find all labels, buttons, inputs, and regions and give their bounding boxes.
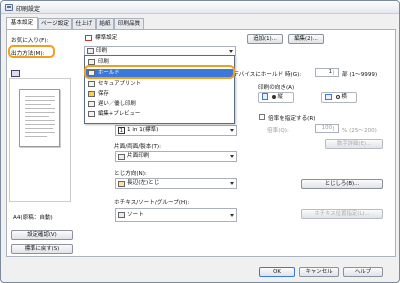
orientation-label: 印刷の向き(A) [258, 85, 295, 91]
duplex-label: 片面/両面/製本(T): [114, 144, 161, 150]
favorite-star-icon [85, 35, 92, 41]
staple-position-button[interactable]: ホチキス位置指定(L)... [301, 209, 383, 219]
pages-per-sheet-value: 1 in 1(標準) [127, 127, 159, 133]
binding-value: 長辺(左)とじ [127, 180, 160, 186]
sort-icon [118, 212, 125, 218]
output-method-label-highlight [8, 45, 55, 58]
duplex-select[interactable]: 片面印刷 [115, 151, 237, 162]
binding-select[interactable]: 長辺(左)とじ [115, 178, 237, 189]
output-method-value: 印刷 [96, 48, 108, 54]
scale-input[interactable]: 100 [315, 124, 339, 133]
staple-label: ホチキス/ソート/グループ(H): [114, 200, 190, 206]
dropdown-item-secure-print[interactable]: セキュアプリント [86, 80, 233, 88]
hold-label: デバイスにホールド 時(G): [233, 72, 302, 78]
dropdown-item-store[interactable]: 保存 [86, 90, 233, 98]
duplex-value: 片面印刷 [127, 153, 150, 159]
restore-defaults-button[interactable]: 標準に戻す(S) [11, 244, 73, 254]
help-button[interactable]: ヘルプ [343, 267, 383, 277]
favorites-value: 標準設定 [95, 35, 118, 41]
nup-icon: 1 [118, 127, 125, 134]
chevron-down-icon[interactable] [230, 214, 234, 217]
landscape-icon [325, 93, 332, 100]
print-icon [87, 48, 94, 54]
dropdown-item-label: 遅い／優し印刷 [98, 101, 136, 107]
add-favorite-button[interactable]: 追加(1)... [247, 34, 283, 44]
chevron-down-icon[interactable] [229, 50, 233, 53]
staple-select[interactable]: ソート [115, 208, 237, 222]
portrait-option[interactable]: 縦 [258, 92, 294, 103]
favorites-select[interactable]: 標準設定 [84, 34, 212, 44]
landscape-radio[interactable] [335, 94, 340, 99]
paper-size-caption: A4(原稿：自動) [13, 215, 53, 221]
scale-detail-button[interactable]: 数字詳細(E)... [325, 139, 383, 149]
lock-icon [88, 81, 95, 87]
cancel-button[interactable]: キャンセル [299, 267, 339, 277]
preview-toggle-icon[interactable] [11, 70, 20, 77]
staple-value: ソート [127, 212, 144, 218]
printer-icon [5, 4, 13, 11]
edit-favorite-button[interactable]: 編集(2)... [288, 34, 324, 44]
binding-icon [118, 181, 125, 187]
copies-input[interactable]: 1 [315, 68, 339, 77]
preview-icon [88, 111, 95, 117]
tab-paper-source[interactable]: 給紙 [96, 18, 114, 29]
single-side-icon [118, 154, 125, 160]
settings-confirm-button[interactable]: 設定確認(V) [11, 230, 73, 240]
binding-label: とじ方向(N): [114, 171, 147, 177]
clock-icon [88, 101, 95, 107]
dropdown-item-label: セキュアプリント [98, 81, 142, 87]
pages-per-sheet-select[interactable]: 1 1 in 1(標準) [115, 125, 237, 136]
dropdown-item-edit-preview[interactable]: 編集+プレビュー [86, 110, 233, 118]
title-bar: 印刷設定 [1, 1, 399, 14]
portrait-radio[interactable] [271, 94, 276, 99]
scale-field-label: 倍率(Q): [267, 128, 289, 134]
landscape-label: 横 [341, 94, 347, 100]
scale-checkbox[interactable] [259, 114, 265, 120]
copies-range: 部 (1〜9999) [342, 72, 378, 78]
scale-range: % (25〜200) [342, 128, 377, 134]
chevron-down-icon[interactable] [230, 155, 234, 158]
gutter-button[interactable]: とじしろ(B)... [301, 179, 383, 189]
landscape-option[interactable]: 横 [321, 92, 357, 103]
dropdown-item-label: 保存 [98, 91, 109, 97]
print-settings-dialog: 印刷設定 基本設定 ページ設定 仕上げ 給紙 印刷品質 お気に入り(F): 標準… [0, 0, 400, 283]
portrait-icon [262, 93, 268, 100]
hold-item-highlight [84, 65, 235, 79]
dropdown-item-label: 編集+プレビュー [98, 111, 141, 117]
favorites-label: お気に入り(F): [11, 38, 49, 44]
ok-button[interactable]: OK [259, 267, 295, 277]
dropdown-item-delayed[interactable]: 遅い／優し印刷 [86, 100, 233, 108]
tab-page-setup[interactable]: ページ設定 [38, 18, 72, 29]
chevron-down-icon[interactable] [230, 129, 234, 132]
page-preview [19, 89, 60, 147]
tab-finishing[interactable]: 仕上げ [72, 18, 96, 29]
chevron-down-icon[interactable] [230, 182, 234, 185]
scale-label: 倍率を指定する(R) [268, 116, 316, 122]
folder-icon [88, 91, 95, 97]
tab-basic[interactable]: 基本設定 [6, 17, 38, 29]
window-title: 印刷設定 [16, 6, 41, 13]
portrait-label: 縦 [277, 94, 283, 100]
tab-quality[interactable]: 印刷品質 [114, 18, 144, 29]
